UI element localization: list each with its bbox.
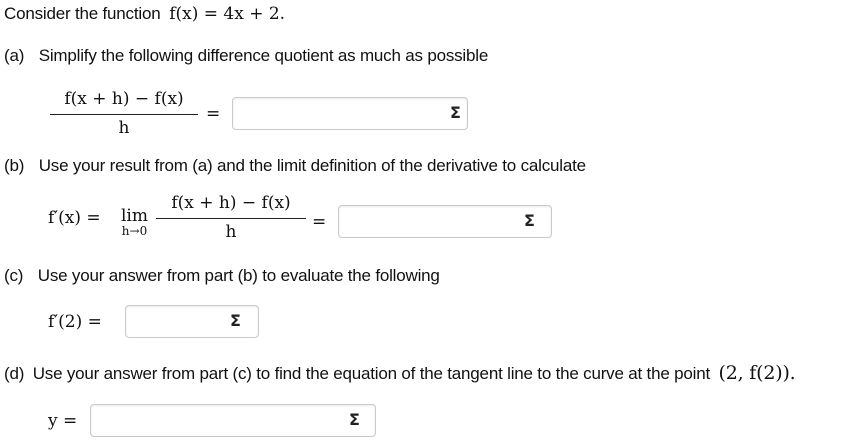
part-a-text: Simplify the following difference quotie… bbox=[38, 46, 489, 65]
part-a-equals: = bbox=[206, 104, 221, 124]
part-b-sigma-icon[interactable]: Σ bbox=[524, 213, 535, 229]
part-b-label: (b) bbox=[4, 156, 25, 175]
part-c-sigma-icon[interactable]: Σ bbox=[230, 313, 241, 329]
part-d-label: (d) bbox=[4, 364, 25, 383]
part-a-denominator: h bbox=[118, 118, 130, 138]
part-d-sigma-icon[interactable]: Σ bbox=[349, 412, 360, 428]
part-b-difference-quotient: f(x + h) − f(x) h bbox=[156, 193, 306, 242]
part-d-lhs: y = bbox=[48, 411, 78, 431]
part-c-prompt: (c) Use your answer from part (b) to eva… bbox=[4, 266, 440, 286]
part-a-answer-input[interactable] bbox=[232, 97, 468, 130]
part-b-equals: = bbox=[312, 212, 327, 232]
part-b-denominator: h bbox=[225, 222, 237, 242]
part-c-lhs: f′(2) = bbox=[48, 312, 102, 332]
intro-line: Consider the function f(x) = 4x + 2. bbox=[4, 4, 285, 24]
fraction-bar bbox=[50, 114, 198, 115]
fraction-bar bbox=[156, 218, 306, 219]
part-b-lhs: f′(x) = bbox=[48, 208, 101, 228]
part-d-point: (2, f(2)). bbox=[718, 362, 796, 384]
part-d-text: Use your answer from part (c) to find th… bbox=[32, 364, 710, 383]
part-b-lim-subscript: h→0 bbox=[121, 224, 148, 238]
part-b-answer-input[interactable] bbox=[338, 205, 552, 238]
part-a-label: (a) bbox=[4, 46, 25, 65]
part-d-prompt: (d) Use your answer from part (c) to fin… bbox=[4, 362, 796, 384]
part-d-answer-input[interactable] bbox=[90, 404, 376, 437]
part-a-sigma-icon[interactable]: Σ bbox=[450, 105, 461, 121]
part-a-prompt: (a) Simplify the following difference qu… bbox=[4, 46, 488, 66]
part-a-numerator: f(x + h) − f(x) bbox=[64, 89, 184, 109]
part-c-text: Use your answer from part (b) to evaluat… bbox=[37, 266, 440, 285]
part-b-prompt: (b) Use your result from (a) and the lim… bbox=[4, 156, 586, 176]
part-b-lim: lim bbox=[121, 206, 148, 226]
intro-text: Consider the function bbox=[4, 4, 161, 23]
part-a-difference-quotient: f(x + h) − f(x) h bbox=[50, 89, 198, 138]
part-c-label: (c) bbox=[4, 266, 24, 285]
function-expression: f(x) = 4x + 2. bbox=[169, 4, 286, 24]
part-b-numerator: f(x + h) − f(x) bbox=[171, 193, 291, 213]
part-b-limit: lim h→0 bbox=[121, 206, 148, 238]
part-b-text: Use your result from (a) and the limit d… bbox=[38, 156, 586, 175]
